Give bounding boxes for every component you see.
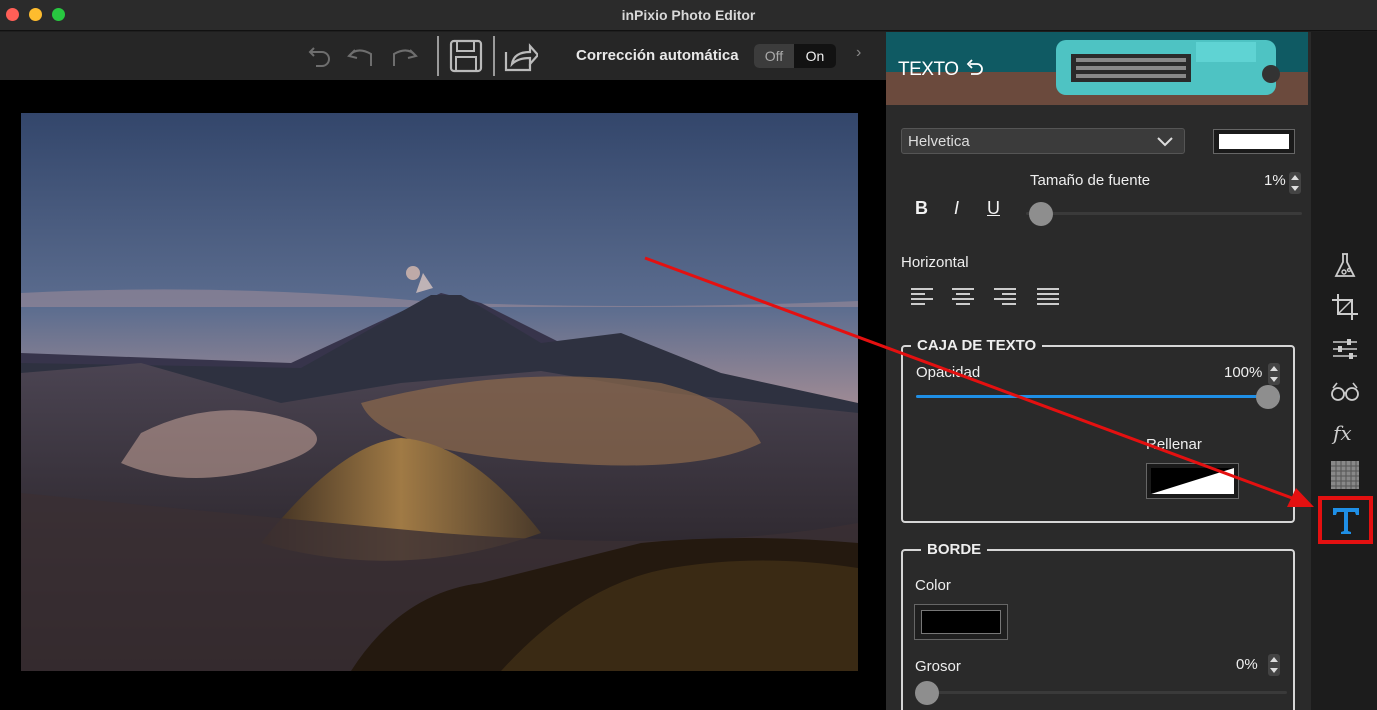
image-canvas[interactable]	[0, 80, 886, 710]
redo-icon[interactable]	[386, 38, 422, 74]
toolbar-divider	[437, 36, 439, 76]
font-size-stepper[interactable]	[1289, 172, 1301, 194]
align-left-icon[interactable]	[911, 288, 935, 310]
toolbar-divider	[493, 36, 495, 76]
bold-button[interactable]: B	[915, 198, 928, 219]
text-settings-panel: TEXTO Helvetica Tamaño de fuente 1% B I …	[886, 32, 1311, 710]
tool-rail: fx	[1311, 32, 1377, 710]
text-tool-icon	[1333, 508, 1359, 534]
thickness-stepper[interactable]	[1268, 654, 1280, 676]
text-panel-banner: TEXTO	[886, 32, 1308, 105]
font-family-value: Helvetica	[908, 133, 970, 150]
italic-button[interactable]: I	[954, 198, 959, 219]
thickness-label: Grosor	[915, 658, 961, 675]
opacity-label: Opacidad	[916, 364, 981, 381]
opacity-stepper[interactable]	[1268, 363, 1280, 385]
text-tool-button[interactable]	[1318, 496, 1373, 544]
text-color-fill	[1219, 134, 1289, 149]
undo-icon[interactable]	[300, 38, 336, 74]
text-color-swatch[interactable]	[1213, 129, 1295, 154]
text-box-title: CAJA DE TEXTO	[911, 337, 1043, 354]
thickness-slider-thumb[interactable]	[915, 681, 939, 705]
chevron-down-icon	[1156, 132, 1174, 150]
title-bar: inPixio Photo Editor	[0, 0, 1377, 31]
svg-text:fx: fx	[1331, 421, 1352, 445]
crop-icon[interactable]	[1330, 292, 1360, 322]
toggle-off[interactable]: Off	[754, 44, 794, 68]
horizontal-align-label: Horizontal	[901, 254, 969, 271]
font-size-value: 1%	[1264, 172, 1286, 189]
auto-correction-label: Corrección automática	[576, 47, 739, 64]
align-justify-icon[interactable]	[1037, 288, 1061, 310]
fill-label: Rellenar	[1146, 436, 1202, 453]
panel-title: TEXTO	[898, 59, 959, 80]
top-toolbar: Corrección automática Off On ›	[0, 32, 886, 80]
save-icon[interactable]	[448, 38, 484, 74]
thickness-slider-track[interactable]	[915, 691, 1287, 694]
toggle-on[interactable]: On	[794, 44, 836, 68]
opacity-slider-fill	[916, 395, 1280, 398]
sliders-icon[interactable]	[1330, 334, 1360, 364]
border-color-label: Color	[915, 577, 951, 594]
border-color-fill	[921, 610, 1001, 634]
border-color-swatch[interactable]	[914, 604, 1008, 640]
font-size-slider-track[interactable]	[1026, 212, 1302, 215]
undo-step-icon[interactable]	[343, 38, 379, 74]
share-icon[interactable]	[502, 38, 540, 74]
auto-correction-toggle[interactable]: Off On	[754, 44, 836, 68]
font-size-slider-thumb[interactable]	[1028, 202, 1053, 226]
flask-icon[interactable]	[1330, 250, 1360, 280]
align-right-icon[interactable]	[994, 288, 1018, 310]
reset-icon[interactable]	[964, 58, 984, 78]
border-title: BORDE	[921, 541, 988, 558]
thickness-value: 0%	[1236, 656, 1258, 673]
texture-icon[interactable]	[1330, 460, 1360, 490]
fx-icon[interactable]: fx	[1330, 418, 1360, 448]
opacity-value: 100%	[1224, 364, 1263, 381]
glasses-icon[interactable]	[1330, 376, 1360, 406]
chevron-right-icon[interactable]: ›	[856, 44, 861, 62]
photo-preview	[21, 113, 858, 671]
underline-button[interactable]: U	[987, 198, 1000, 219]
font-size-label: Tamaño de fuente	[1030, 172, 1151, 189]
opacity-slider-thumb[interactable]	[1256, 385, 1280, 409]
font-family-select[interactable]: Helvetica	[901, 128, 1185, 154]
align-center-icon[interactable]	[952, 288, 976, 310]
fill-color-swatch[interactable]	[1146, 463, 1239, 499]
window-title: inPixio Photo Editor	[621, 7, 756, 23]
